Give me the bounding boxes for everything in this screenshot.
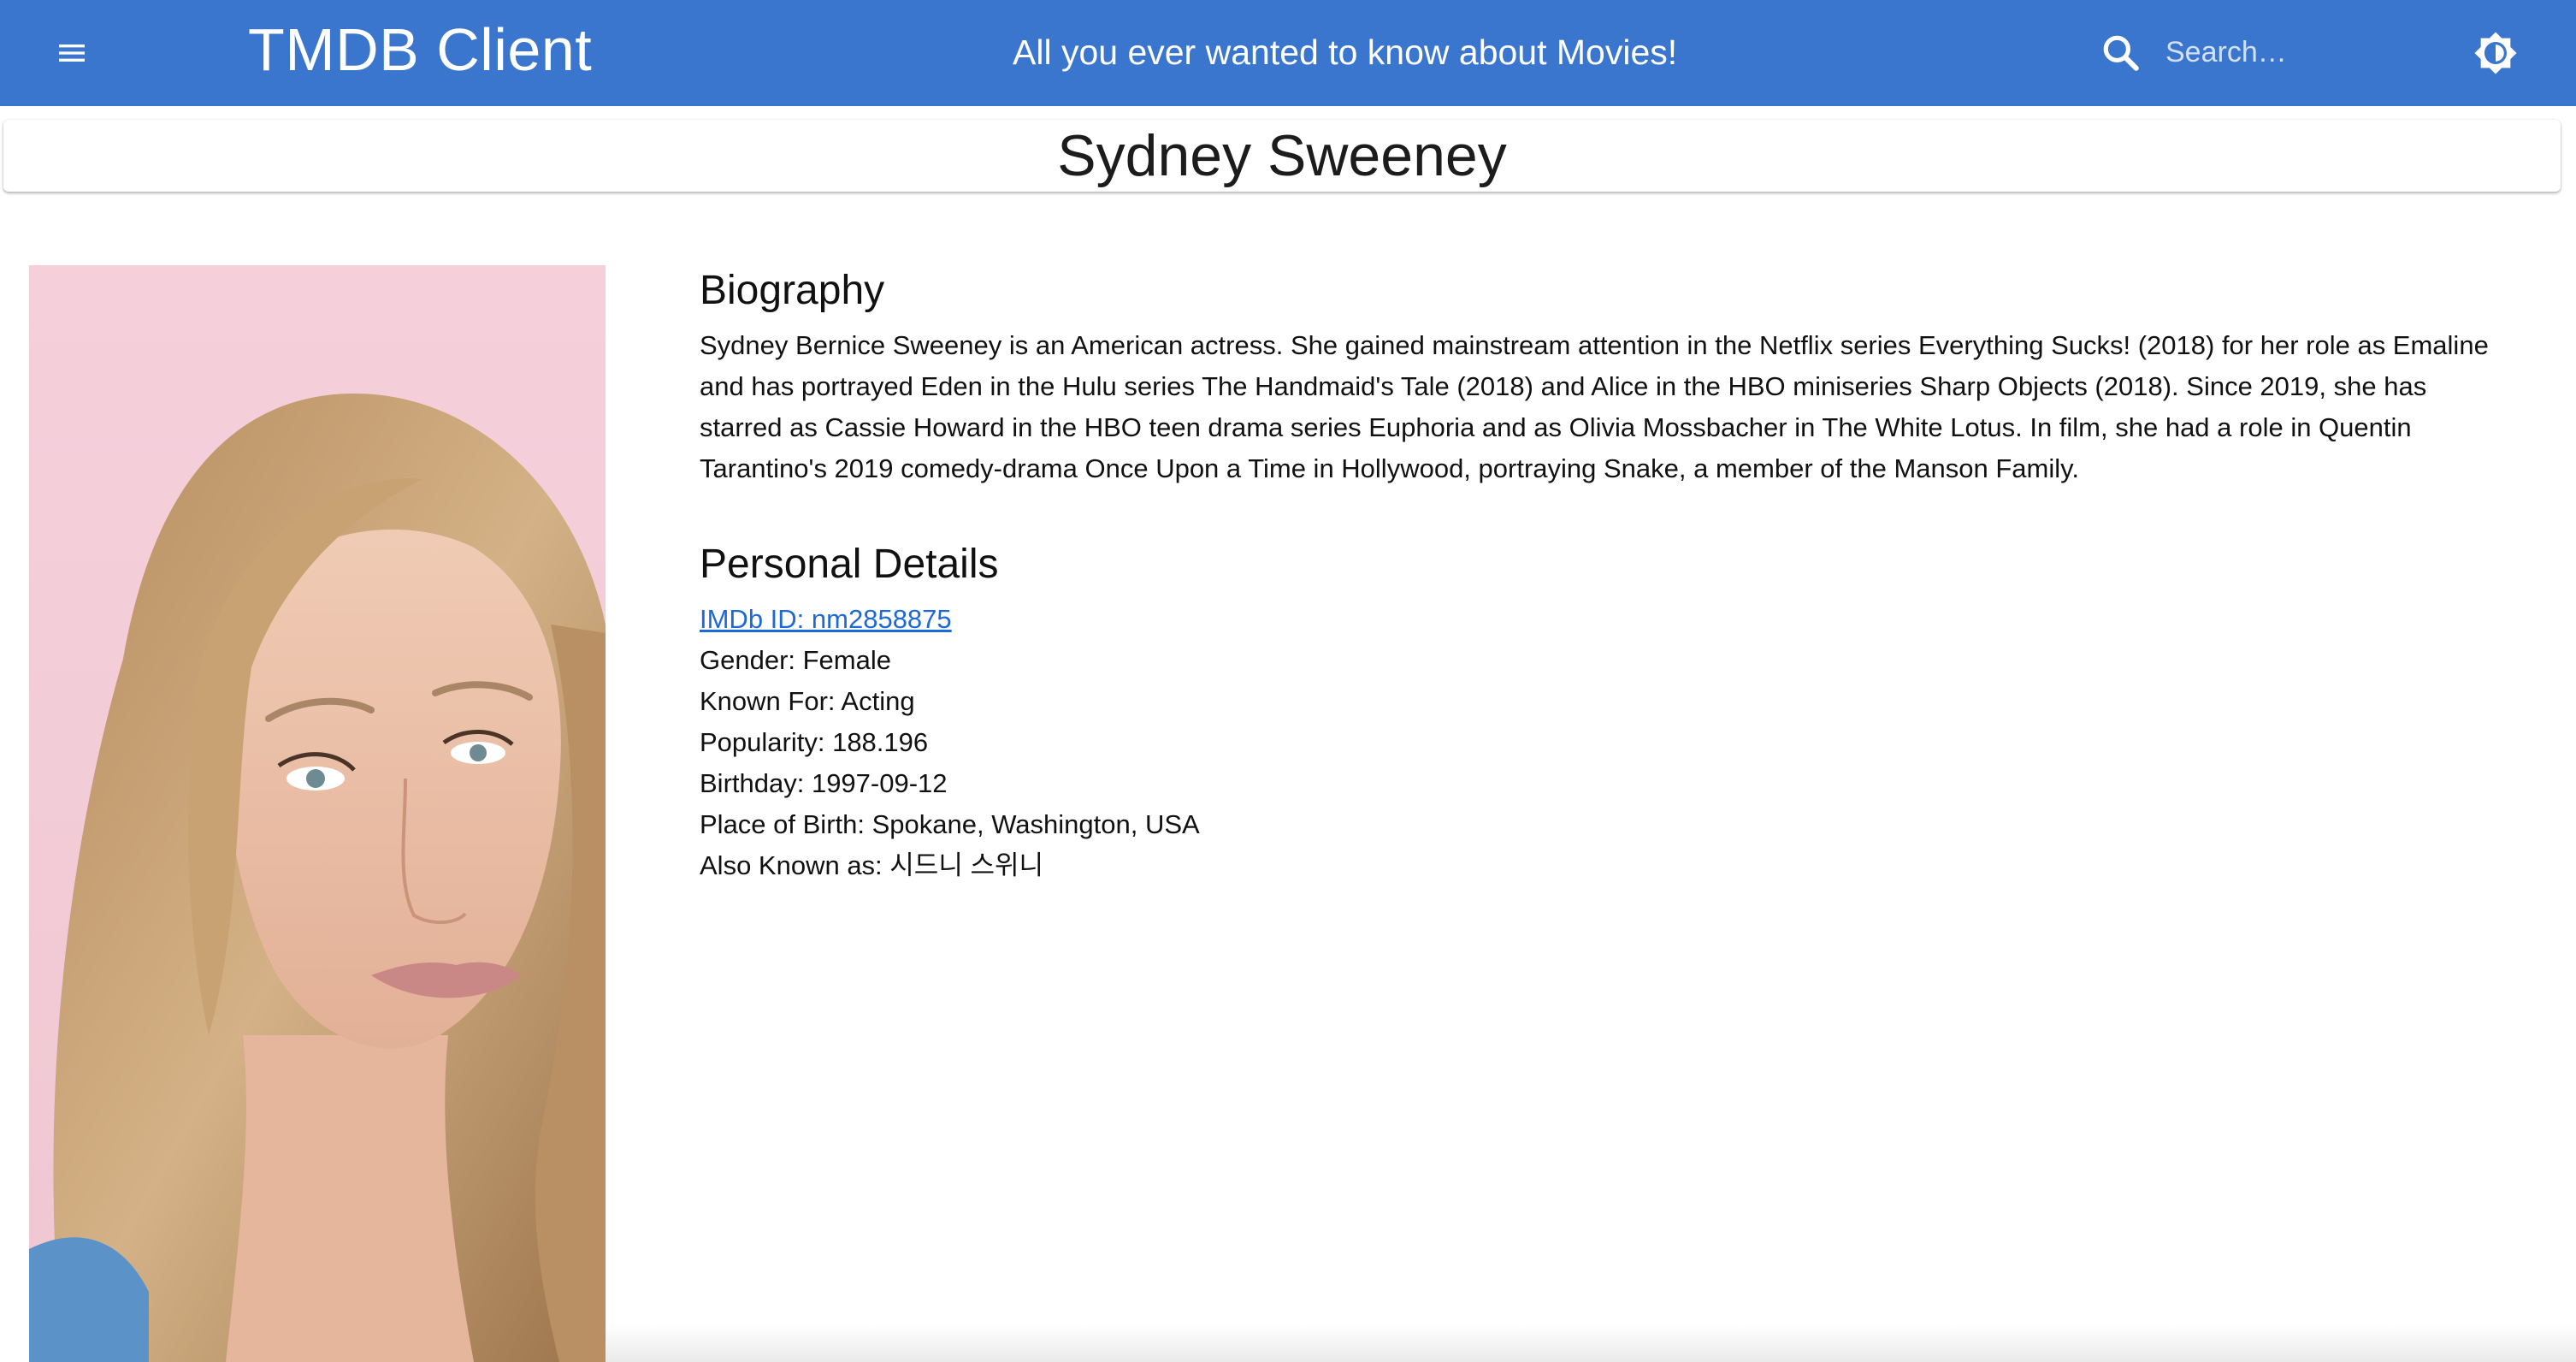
detail-also-known-as: Also Known as: 시드니 스위니 bbox=[700, 850, 1044, 880]
app-title[interactable]: TMDB Client bbox=[248, 12, 592, 87]
search-input[interactable] bbox=[2165, 26, 2422, 79]
detail-place-of-birth: Place of Birth: Spokane, Washington, USA bbox=[700, 809, 1200, 839]
personal-details-heading: Personal Details bbox=[700, 542, 999, 587]
menu-icon bbox=[59, 44, 85, 62]
person-details: Biography Sydney Bernice Sweeney is an A… bbox=[700, 264, 2504, 886]
person-name: Sydney Sweeney bbox=[1057, 123, 1507, 188]
imdb-link[interactable]: IMDb ID: nm2858875 bbox=[700, 604, 952, 634]
menu-button[interactable] bbox=[46, 27, 97, 79]
bottom-shadow bbox=[606, 1324, 2576, 1362]
brightness-icon bbox=[2474, 32, 2517, 74]
detail-known-for: Known For: Acting bbox=[700, 686, 915, 716]
detail-imdb: IMDb ID: nm2858875 bbox=[700, 599, 2504, 640]
detail-gender: Gender: Female bbox=[700, 645, 891, 675]
portrait-illustration bbox=[29, 265, 606, 1362]
search-icon bbox=[2103, 35, 2139, 71]
app-bar: TMDB Client All you ever wanted to know … bbox=[0, 0, 2576, 106]
detail-birthday: Birthday: 1997-09-12 bbox=[700, 768, 948, 798]
app-tagline: All you ever wanted to know about Movies… bbox=[1013, 33, 1678, 72]
person-header-card: Sydney Sweeney bbox=[3, 120, 2561, 192]
profile-photo bbox=[29, 265, 606, 1362]
biography-text: Sydney Bernice Sweeney is an American ac… bbox=[700, 330, 2489, 483]
biography-heading: Biography bbox=[700, 268, 885, 313]
detail-popularity: Popularity: 188.196 bbox=[700, 727, 929, 757]
theme-toggle-button[interactable] bbox=[2470, 27, 2521, 79]
personal-details-list: IMDb ID: nm2858875 Gender: Female Known … bbox=[700, 599, 2504, 886]
